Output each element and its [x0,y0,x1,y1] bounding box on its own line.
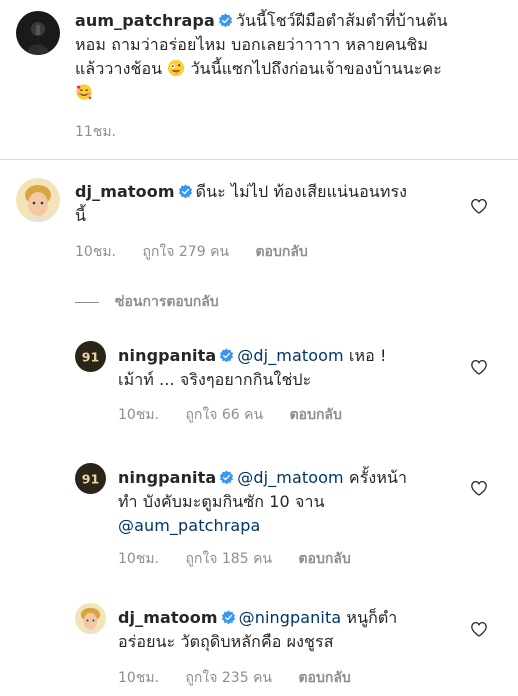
comment-timestamp: 10ชม. [75,244,116,260]
heart-icon[interactable] [470,621,488,637]
avatar[interactable] [16,11,60,55]
mention-link[interactable]: @dj_matoom [237,468,343,487]
caption-text-line2: หอม ถามว่าอร่อยไหม บอกเลยว่าาาาา หลายคนช… [75,35,429,54]
caption-text-line3b: วันนี้แซกไปถึงก่อนเจ้าของบ้านนะคะ [190,59,442,78]
reply-button[interactable]: ตอบกลับ [290,407,342,423]
caption-text-line3: แล้ววางช้อน [75,59,163,78]
hide-replies-line [75,301,99,303]
reply-username[interactable]: dj_matoom [118,608,218,627]
comment-likes[interactable]: ถูกใจ 279 คน [142,244,229,260]
reply-timestamp: 10ชม. [118,551,159,567]
comment-text-line2: นี้ [75,206,87,225]
reply-text: หนูก็ตำ [346,608,398,627]
post-caption: aum_patchrapa วันนี้โชว์ฝีมือตำส้มตำที่บ้… [0,0,518,159]
reply-text: เหอ ! [348,346,387,365]
caption-text-line1: วันนี้โชว์ฝีมือตำส้มตำที่บ้านต้น [235,11,448,30]
avatar[interactable]: 91 [75,341,106,372]
heart-icon[interactable] [470,480,488,496]
reply-button[interactable]: ตอบกลับ [298,670,350,686]
reply-button[interactable]: ตอบกลับ [255,244,307,260]
heart-icon[interactable] [470,359,488,375]
svg-text:91: 91 [82,349,100,364]
heart-icon[interactable] [470,198,488,214]
verified-badge-icon [178,184,193,199]
mention-link[interactable]: @aum_patchrapa [118,514,458,538]
svg-text:91: 91 [82,471,100,486]
reply-button[interactable]: ตอบกลับ [298,551,350,567]
reply-username[interactable]: ningpanita [118,346,216,365]
reply-text-line2: อร่อยนะ วัตถุดิบหลักคือ ผงชูรส [118,632,334,651]
avatar[interactable] [16,178,60,222]
caption-timestamp: 11ชม. [75,124,116,140]
reply-timestamp: 10ชม. [118,407,159,423]
divider [0,159,518,160]
mention-link[interactable]: @ningpanita [239,608,342,627]
reply-username[interactable]: ningpanita [118,468,216,487]
reply-likes[interactable]: ถูกใจ 235 คน [185,670,272,686]
verified-badge-icon [221,610,236,625]
hide-replies-button[interactable]: ซ่อนการตอบกลับ [75,291,219,313]
verified-badge-icon [219,348,234,363]
comment-username[interactable]: dj_matoom [75,182,175,201]
avatar[interactable]: 91 [75,463,106,494]
smiling-face-with-hearts-emoji-icon [76,84,92,100]
reply-timestamp: 10ชม. [118,670,159,686]
comment-text: ดีนะ ไม่ไป ท้องเสียแน่นอนทรง [195,182,408,201]
verified-badge-icon [219,470,234,485]
zany-face-emoji-icon [168,59,185,77]
avatar[interactable] [75,603,106,634]
mention-link[interactable]: @dj_matoom [237,346,343,365]
reply-likes[interactable]: ถูกใจ 66 คน [185,407,263,423]
reply-text-line2: เม้าท์ ... จริงๆอยากกินใช่ปะ [118,370,312,389]
reply-text: ครั้งหน้า [348,468,408,487]
reply-text-line2: ทำ บังคับมะตูมกินซัก 10 จาน [118,492,325,511]
reply-likes[interactable]: ถูกใจ 185 คน [185,551,272,567]
caption-username[interactable]: aum_patchrapa [75,11,215,30]
verified-badge-icon [218,13,233,28]
